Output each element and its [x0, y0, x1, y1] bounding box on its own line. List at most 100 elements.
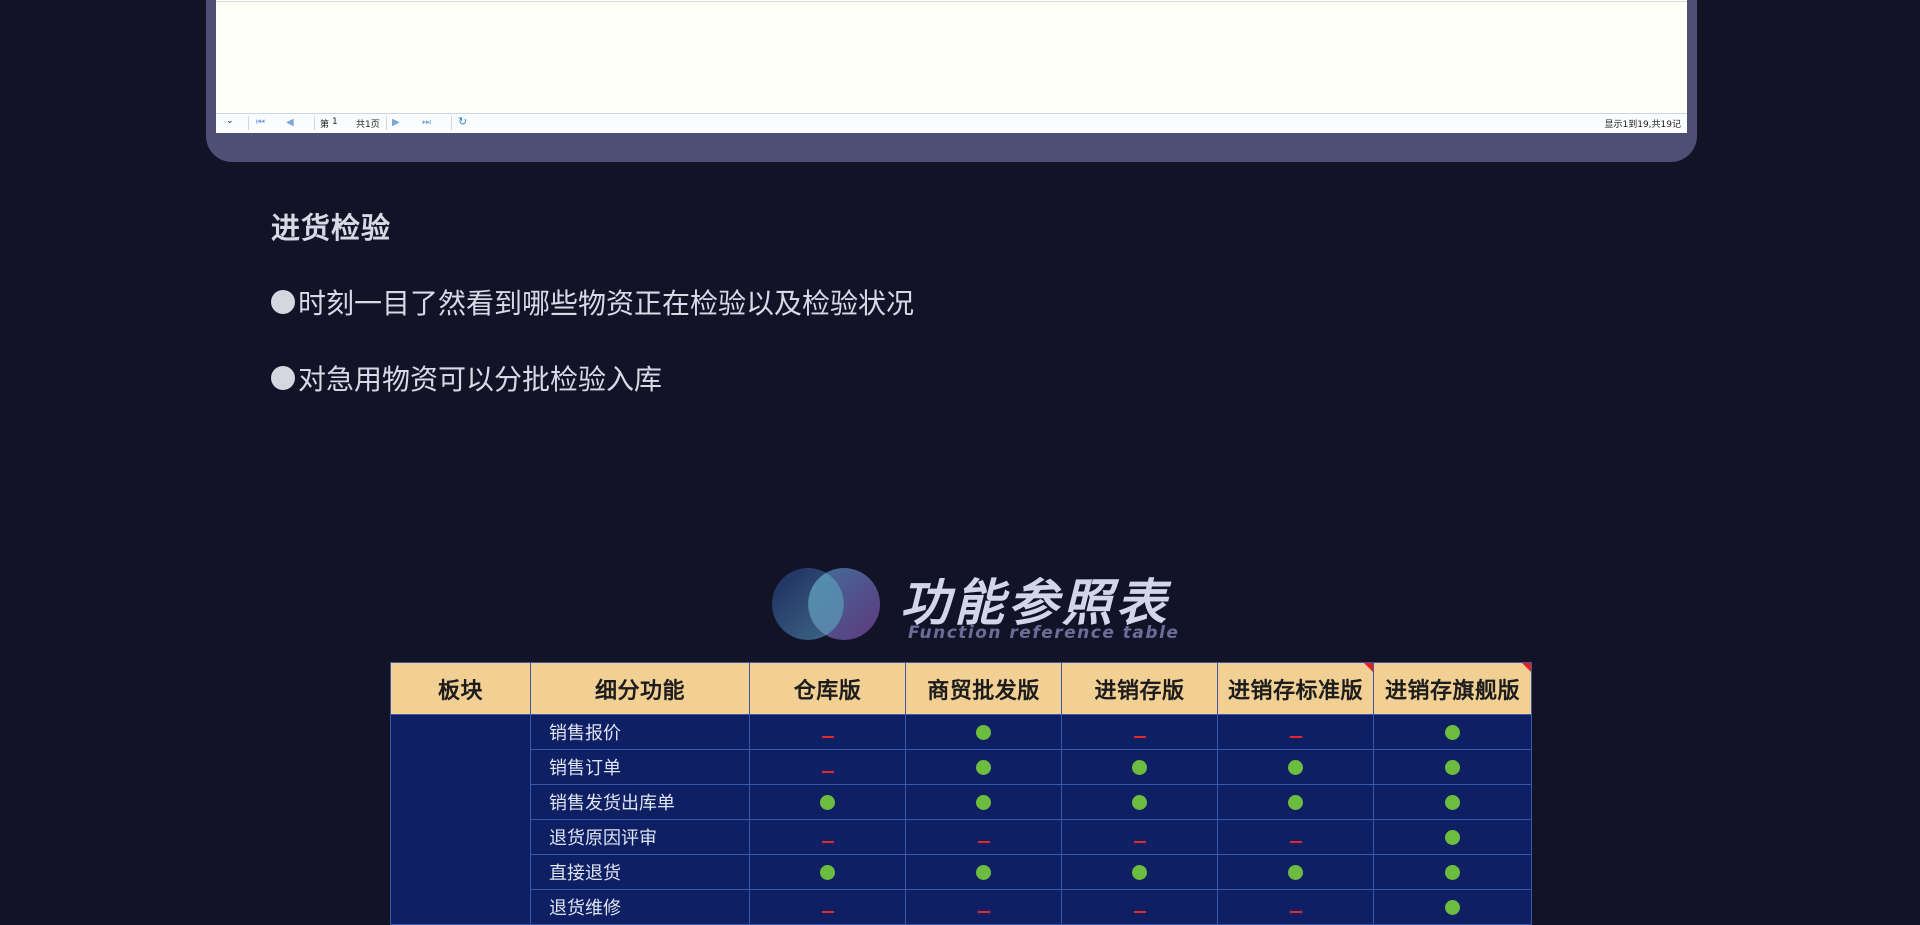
table-row: 退货原因评审 — [391, 819, 1532, 855]
table-row: 退货维修 — [391, 889, 1532, 925]
table-row: 销售发货出库单 — [391, 784, 1532, 820]
not-included-dash-icon — [821, 735, 834, 738]
pagination-bar: ⌄ ⏮ ◀ 第 1 共1页 ▶ ⏭ ↻ 显示1到19,共19记 — [216, 113, 1687, 133]
availability-cell — [749, 749, 906, 785]
feature-name-cell: 退货维修 — [530, 889, 750, 925]
included-dot-icon — [820, 865, 835, 880]
availability-cell — [749, 854, 906, 890]
table-header-row: 板块 细分功能 仓库版 商贸批发版 进销存版 进销存标准版 进销存旗舰版 — [390, 662, 1532, 715]
included-dot-icon — [1445, 795, 1460, 810]
availability-cell — [1373, 889, 1532, 925]
bullet-item: 对急用物资可以分批检验入库 — [271, 358, 662, 398]
included-dot-icon — [976, 760, 991, 775]
not-included-dash-icon — [977, 910, 990, 913]
logo-subtitle: Function reference table — [908, 623, 1180, 643]
included-dot-icon — [1288, 760, 1303, 775]
availability-cell — [905, 854, 1062, 890]
included-dot-icon — [1288, 865, 1303, 880]
feature-name-cell: 销售订单 — [530, 749, 750, 785]
availability-cell — [749, 714, 906, 750]
included-dot-icon — [1288, 795, 1303, 810]
availability-cell — [1217, 784, 1374, 820]
pager-divider — [386, 116, 387, 130]
feature-name-cell: 直接退货 — [530, 854, 750, 890]
not-included-dash-icon — [1133, 910, 1146, 913]
header-psi-flagship: 进销存旗舰版 — [1373, 662, 1532, 715]
table-row: 直接退货 — [391, 854, 1532, 890]
included-dot-icon — [1445, 830, 1460, 845]
not-included-dash-icon — [1289, 910, 1302, 913]
function-reference-table: 板块 细分功能 仓库版 商贸批发版 进销存版 进销存标准版 进销存旗舰版 销售报… — [390, 662, 1532, 925]
table-row: 销售报价 — [390, 714, 1532, 925]
module-cell — [390, 714, 531, 925]
feature-name-cell: 销售发货出库单 — [530, 784, 750, 820]
screenshot-frame: ⌄ ⏮ ◀ 第 1 共1页 ▶ ⏭ ↻ 显示1到19,共19记 — [206, 0, 1697, 162]
availability-cell — [1217, 819, 1374, 855]
availability-cell — [905, 819, 1062, 855]
corner-flag-icon — [1522, 663, 1531, 672]
availability-cell — [1217, 714, 1374, 750]
refresh-icon[interactable]: ↻ — [458, 115, 467, 128]
availability-cell — [1061, 889, 1218, 925]
header-psi: 进销存版 — [1061, 662, 1218, 715]
section-title: 进货检验 — [271, 211, 392, 245]
grid-panel: ⌄ ⏮ ◀ 第 1 共1页 ▶ ⏭ ↻ 显示1到19,共19记 — [216, 0, 1687, 133]
header-warehouse: 仓库版 — [749, 662, 906, 715]
last-page-icon[interactable]: ⏭ — [422, 117, 431, 128]
included-dot-icon — [1132, 795, 1147, 810]
availability-cell — [905, 889, 1062, 925]
overlapping-circles-icon — [772, 568, 880, 640]
page-label: 第 — [320, 120, 330, 130]
not-included-dash-icon — [1289, 840, 1302, 843]
included-dot-icon — [1445, 865, 1460, 880]
availability-cell — [1217, 854, 1374, 890]
availability-cell — [1061, 714, 1218, 750]
availability-cell — [905, 749, 1062, 785]
availability-cell — [1217, 749, 1374, 785]
availability-cell — [905, 784, 1062, 820]
included-dot-icon — [976, 795, 991, 810]
bullet-text: 时刻一目了然看到哪些物资正在检验以及检验状况 — [298, 287, 915, 320]
availability-cell — [749, 819, 906, 855]
availability-cell — [1061, 819, 1218, 855]
included-dot-icon — [1132, 865, 1147, 880]
bullet-item: 时刻一目了然看到哪些物资正在检验以及检验状况 — [271, 282, 914, 322]
not-included-dash-icon — [821, 910, 834, 913]
total-pages-label: 共1页 — [356, 120, 380, 130]
bullet-text: 对急用物资可以分批检验入库 — [298, 363, 663, 396]
header-wholesale: 商贸批发版 — [905, 662, 1062, 715]
page-size-select[interactable]: ⌄ — [226, 116, 238, 128]
feature-name-cell: 销售报价 — [530, 714, 750, 750]
availability-cell — [1373, 819, 1532, 855]
bullet-dot-icon — [271, 290, 295, 314]
header-module: 板块 — [390, 662, 531, 715]
page-input[interactable]: 1 — [332, 117, 338, 127]
pager-divider — [314, 116, 315, 130]
availability-cell — [1373, 854, 1532, 890]
availability-cell — [1217, 889, 1374, 925]
included-dot-icon — [1445, 760, 1460, 775]
first-page-icon[interactable]: ⏮ — [256, 117, 265, 128]
prev-page-icon[interactable]: ◀ — [286, 117, 294, 128]
included-dot-icon — [1445, 900, 1460, 915]
not-included-dash-icon — [821, 840, 834, 843]
included-dot-icon — [976, 865, 991, 880]
availability-cell — [905, 714, 1062, 750]
availability-cell — [1061, 784, 1218, 820]
next-page-icon[interactable]: ▶ — [392, 117, 400, 128]
not-included-dash-icon — [1133, 840, 1146, 843]
feature-name-cell: 退货原因评审 — [530, 819, 750, 855]
corner-flag-icon — [1364, 663, 1373, 672]
availability-cell — [1373, 749, 1532, 785]
table-row: 销售订单 — [391, 749, 1532, 785]
not-included-dash-icon — [1289, 735, 1302, 738]
pager-divider — [451, 116, 452, 130]
not-included-dash-icon — [977, 840, 990, 843]
function-table-logo: 功能参照表 Function reference table — [768, 565, 1188, 645]
included-dot-icon — [976, 725, 991, 740]
availability-cell — [1061, 749, 1218, 785]
bullet-dot-icon — [271, 366, 295, 390]
availability-cell — [749, 784, 906, 820]
pager-divider — [248, 116, 249, 130]
header-feature: 细分功能 — [530, 662, 750, 715]
